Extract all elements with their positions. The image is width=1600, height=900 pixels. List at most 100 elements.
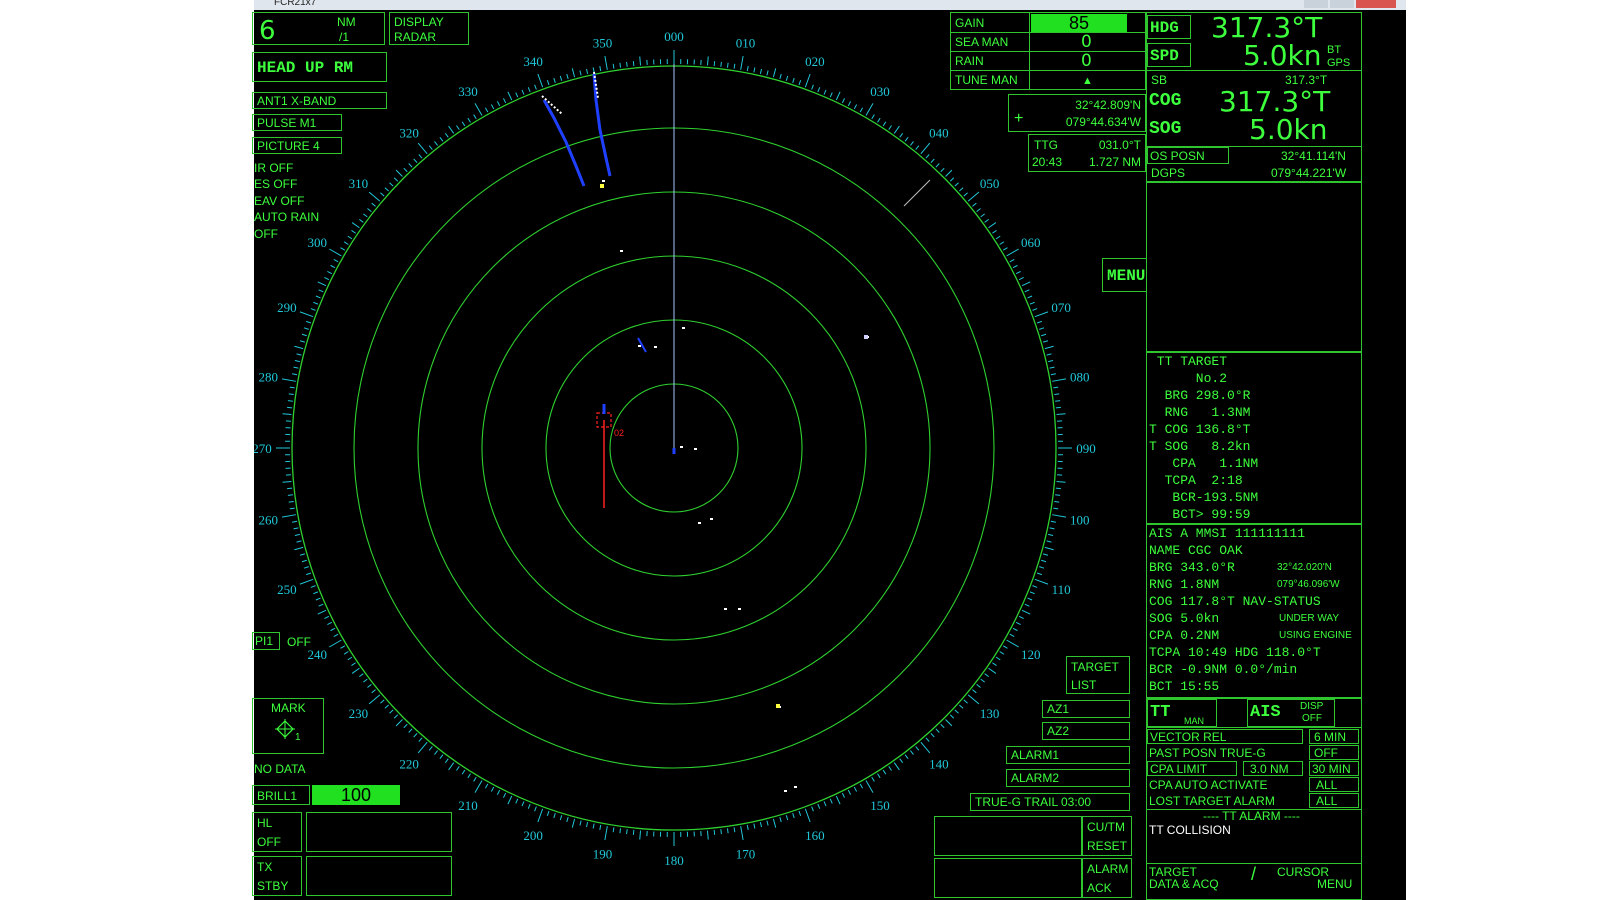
- bearing-tick: [915, 145, 920, 150]
- bearing-tick: [1034, 311, 1049, 318]
- display-mode-button[interactable]: DISPLAY RADAR: [389, 12, 469, 45]
- bearing-tick: [915, 746, 920, 751]
- bearing-label: 080: [1070, 369, 1090, 384]
- bearing-tick: [853, 104, 858, 110]
- cpa-auto-button[interactable]: ALL: [1309, 777, 1359, 792]
- bearing-tick: [363, 678, 368, 683]
- cursor-latitude: 32°42.809'N: [1075, 98, 1141, 112]
- bearing-tick: [967, 694, 980, 705]
- bearing-tick: [358, 673, 364, 678]
- tune-label: TUNE MAN: [955, 73, 1018, 87]
- bearing-tick: [306, 320, 312, 324]
- vector-time-button[interactable]: 6 MIN: [1309, 729, 1359, 744]
- bearing-tick: [925, 737, 930, 742]
- bearing-tick: [294, 546, 304, 551]
- bearing-tick: [367, 208, 372, 212]
- tx-stby-button[interactable]: TX STBY: [252, 856, 302, 896]
- cpa-limit-min-button[interactable]: 30 MIN: [1309, 761, 1359, 776]
- bearing-label: 230: [349, 706, 369, 721]
- tt-mode-button[interactable]: TT MAN: [1147, 699, 1217, 727]
- bearing-tick: [877, 773, 881, 779]
- range-ring-interval: /1: [339, 30, 350, 44]
- cpa-limit-nm-button[interactable]: 3.0 NM: [1243, 761, 1303, 776]
- alarm1-button[interactable]: ALARM1: [1006, 746, 1130, 764]
- mark-button[interactable]: MARK 1: [252, 698, 324, 754]
- alarm-ack-button[interactable]: ALARM ACK: [1082, 858, 1132, 898]
- heading-source-button[interactable]: HDG: [1147, 15, 1191, 39]
- bearing-tick: [1046, 353, 1052, 356]
- ais-latitude: 32°42.020'N: [1277, 562, 1332, 573]
- bearing-tick: [1006, 639, 1019, 648]
- hl-off-button[interactable]: HL OFF: [252, 812, 302, 852]
- menu-button[interactable]: MENU: [1102, 258, 1148, 292]
- radar-label: RADAR: [394, 30, 437, 44]
- brill-label: BRILL1: [257, 789, 298, 803]
- az2-button[interactable]: AZ2: [1042, 722, 1130, 740]
- bearing-tick: [296, 353, 302, 356]
- antenna-select[interactable]: ANT1 X-BAND: [252, 92, 387, 109]
- bearing-tick: [604, 826, 608, 841]
- tt-alarm-header: ---- TT ALARM ----: [1203, 809, 1300, 823]
- cu-tm-reset-button[interactable]: CU/TM RESET: [1082, 816, 1132, 856]
- ais-cpa: CPA 0.2NM: [1149, 628, 1220, 643]
- bearing-tick: [859, 783, 864, 789]
- brilliance-value[interactable]: 100: [312, 785, 400, 805]
- auto-rain-status: OFF: [254, 227, 278, 241]
- bearing-tick: [976, 208, 981, 212]
- trail-mode-button[interactable]: TRUE-G TRAIL 03:00: [970, 793, 1130, 811]
- bearing-tick: [418, 154, 423, 159]
- target-list-button[interactable]: TARGET LIST: [1066, 656, 1130, 694]
- bearing-tick: [1044, 345, 1054, 350]
- bearing-tick: [408, 163, 413, 168]
- past-posn-button[interactable]: OFF: [1309, 745, 1359, 760]
- rain-value[interactable]: 0: [1081, 52, 1092, 70]
- brilliance-button[interactable]: BRILL1: [252, 785, 310, 805]
- cpa-limit-button[interactable]: CPA LIMIT: [1147, 761, 1237, 776]
- cursor-menu-label-2[interactable]: MENU: [1317, 877, 1352, 891]
- bearing-tick: [367, 684, 372, 688]
- tt-target-panel: TT TARGET No.2 BRG 298.0°R RNG 1.3NM T CO…: [1146, 352, 1362, 524]
- bearing-tick: [515, 798, 519, 804]
- bearing-tick: [835, 91, 841, 101]
- target-data-label-2[interactable]: DATA & ACQ: [1149, 877, 1219, 891]
- maximize-button[interactable]: [1330, 0, 1354, 8]
- lost-target-button[interactable]: ALL: [1309, 793, 1359, 808]
- bearing-tick: [579, 820, 582, 826]
- pi-button[interactable]: PI1: [252, 632, 280, 650]
- picture-select[interactable]: PICTURE 4: [252, 137, 342, 154]
- bearing-tick: [586, 68, 589, 74]
- bearing-tick: [439, 754, 444, 759]
- bearing-tick: [720, 61, 722, 67]
- bearing-tick: [282, 480, 292, 483]
- bearing-label: 120: [1021, 647, 1041, 662]
- radar-echo: [600, 184, 604, 188]
- bearing-tick: [1042, 553, 1049, 556]
- bearing-tick: [281, 514, 296, 518]
- bearing-tick: [920, 142, 931, 155]
- ais-display-button[interactable]: AIS DISP OFF: [1247, 699, 1335, 727]
- bearing-tick: [949, 177, 955, 182]
- speed-source-button[interactable]: SPD: [1147, 43, 1191, 67]
- tune-marker[interactable]: ▲: [1082, 74, 1093, 88]
- minimize-button[interactable]: [1304, 0, 1328, 8]
- az1-button[interactable]: AZ1: [1042, 700, 1130, 718]
- radar-echo: [710, 518, 713, 520]
- pulse-select[interactable]: PULSE M1: [252, 114, 342, 131]
- alarm2-button[interactable]: ALARM2: [1006, 769, 1130, 787]
- bearing-tick: [527, 87, 531, 93]
- bearing-tick: [940, 723, 945, 729]
- bearing-tick: [910, 750, 914, 755]
- os-posn-button[interactable]: OS POSN: [1147, 147, 1229, 164]
- bearing-tick: [992, 662, 997, 666]
- range-box[interactable]: 6 NM /1: [252, 12, 385, 45]
- bearing-tick: [1050, 520, 1056, 523]
- close-button[interactable]: [1356, 0, 1396, 8]
- sea-value[interactable]: 0: [1081, 33, 1092, 51]
- bearing-tick: [324, 277, 330, 281]
- orientation-mode-button[interactable]: HEAD UP RM: [252, 52, 387, 82]
- vector-mode-button[interactable]: VECTOR REL: [1147, 729, 1303, 744]
- bearing-tick: [393, 714, 399, 719]
- bearing-tick: [418, 737, 423, 742]
- ir-status: IR OFF: [254, 161, 294, 175]
- gain-value[interactable]: 85: [1031, 14, 1127, 32]
